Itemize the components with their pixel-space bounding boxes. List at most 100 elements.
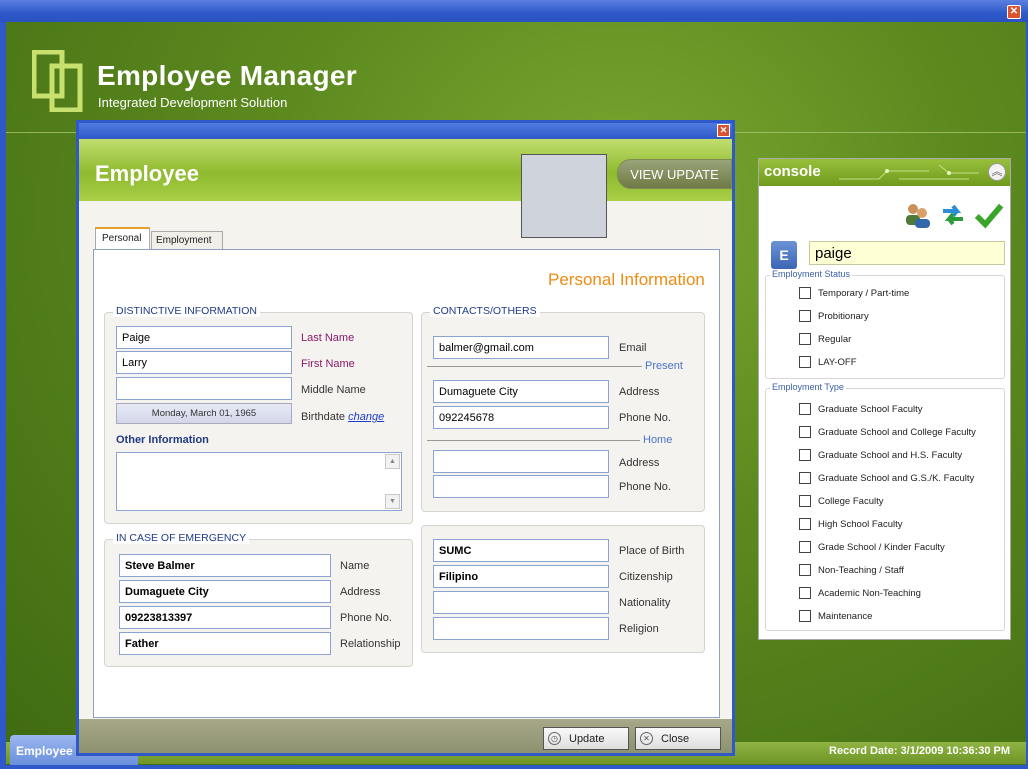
status-label: Temporary / Part-time: [818, 287, 910, 299]
personal-tab-panel: Personal Information DISTINCTIVE INFORMA…: [93, 249, 720, 718]
type-label: Non-Teaching / Staff: [818, 564, 904, 576]
group-title: DISTINCTIVE INFORMATION: [113, 305, 260, 317]
type-checkbox[interactable]: Maintenance: [799, 610, 872, 622]
home-address-label: Address: [619, 457, 660, 469]
checkbox[interactable]: [799, 310, 811, 322]
employee-photo[interactable]: [521, 154, 607, 238]
emergency-name-label: Name: [340, 560, 370, 572]
checkbox[interactable]: [799, 403, 811, 415]
type-checkbox[interactable]: Academic Non-Teaching: [799, 587, 921, 599]
dialog-footer: ◷ Update ✕ Close: [79, 719, 732, 753]
status-checkbox-probitionary[interactable]: Probitionary: [799, 310, 869, 322]
employment-status-legend: Employment Status: [770, 269, 853, 279]
religion-label: Religion: [619, 623, 659, 635]
tab-employment[interactable]: Employment: [151, 231, 223, 250]
employee-search-input[interactable]: [809, 241, 1005, 265]
type-checkbox[interactable]: High School Faculty: [799, 518, 902, 530]
update-label: Update: [569, 732, 605, 745]
nationality-field[interactable]: [433, 591, 609, 614]
present-phone-field[interactable]: [433, 406, 609, 429]
home-phone-label: Phone No.: [619, 481, 671, 493]
type-checkbox[interactable]: Graduate School and College Faculty: [799, 426, 976, 438]
checkbox[interactable]: [799, 564, 811, 576]
type-checkbox[interactable]: Grade School / Kinder Faculty: [799, 541, 945, 553]
scroll-down-icon[interactable]: ▼: [385, 494, 400, 509]
refresh-icon[interactable]: [938, 201, 968, 229]
emergency-name-field[interactable]: [119, 554, 331, 577]
middle-name-field[interactable]: [116, 377, 292, 400]
app-logo-icon: [32, 50, 83, 112]
checkbox[interactable]: [799, 472, 811, 484]
type-checkbox[interactable]: Non-Teaching / Staff: [799, 564, 904, 576]
emergency-relationship-label: Relationship: [340, 638, 401, 650]
others-group: Place of Birth Citizenship Nationality R…: [421, 525, 705, 653]
home-address-field[interactable]: [433, 450, 609, 473]
console-title: console: [764, 163, 821, 180]
checkbox[interactable]: [799, 495, 811, 507]
present-address-field[interactable]: [433, 380, 609, 403]
citizenship-label: Citizenship: [619, 571, 673, 583]
last-name-field[interactable]: [116, 326, 292, 349]
emergency-relationship-field[interactable]: [119, 632, 331, 655]
emergency-phone-field[interactable]: [119, 606, 331, 629]
status-label: LAY-OFF: [818, 356, 857, 368]
type-checkbox[interactable]: Graduate School and G.S./K. Faculty: [799, 472, 974, 484]
record-date: Record Date: 3/1/2009 10:36:30 PM: [829, 745, 1010, 757]
present-address-label: Address: [619, 386, 660, 398]
first-name-label: First Name: [301, 358, 355, 370]
status-checkbox-temporary[interactable]: Temporary / Part-time: [799, 287, 909, 299]
birthdate-label: Birthdate change: [301, 411, 384, 423]
place-of-birth-field[interactable]: [433, 539, 609, 562]
checkbox[interactable]: [799, 333, 811, 345]
tab-personal[interactable]: Personal: [95, 227, 150, 251]
home-divider: [427, 440, 640, 441]
scroll-up-icon[interactable]: ▲: [385, 454, 400, 469]
update-button[interactable]: ◷ Update: [543, 727, 629, 750]
status-label: Probitionary: [818, 310, 869, 322]
checkbox[interactable]: [799, 610, 811, 622]
emergency-address-field[interactable]: [119, 580, 331, 603]
type-label: Grade School / Kinder Faculty: [818, 541, 945, 553]
type-checkbox[interactable]: Graduate School Faculty: [799, 403, 923, 415]
check-icon[interactable]: [974, 201, 1004, 229]
checkbox[interactable]: [799, 449, 811, 461]
checkbox[interactable]: [799, 518, 811, 530]
window-close-button[interactable]: ✕: [1007, 5, 1021, 19]
app-subtitle: Integrated Development Solution: [98, 95, 288, 110]
change-birthdate-link[interactable]: change: [348, 411, 384, 423]
collapse-icon[interactable]: ︽: [988, 163, 1006, 181]
main-window-titlebar: ✕: [0, 0, 1028, 22]
status-checkbox-regular[interactable]: Regular: [799, 333, 851, 345]
employee-search-icon: E: [771, 241, 797, 269]
console-toolbar: [902, 201, 1004, 229]
group-title: CONTACTS/OTHERS: [430, 305, 540, 317]
checkbox[interactable]: [799, 426, 811, 438]
home-phone-field[interactable]: [433, 475, 609, 498]
birthdate-field[interactable]: Monday, March 01, 1965: [116, 403, 292, 424]
type-label: Academic Non-Teaching: [818, 587, 921, 599]
citizenship-field[interactable]: [433, 565, 609, 588]
email-field[interactable]: [433, 336, 609, 359]
employee-dialog: ✕ Employee VIEW UPDATE Personal Employme…: [76, 120, 735, 756]
close-button[interactable]: ✕ Close: [635, 727, 721, 750]
other-info-textarea[interactable]: ▲ ▼: [116, 452, 402, 511]
type-checkbox[interactable]: Graduate School and H.S. Faculty: [799, 449, 962, 461]
checkbox[interactable]: [799, 541, 811, 553]
contacts-group: CONTACTS/OTHERS Email Present Address Ph…: [421, 305, 705, 512]
type-label: Graduate School and G.S./K. Faculty: [818, 472, 975, 484]
birthdate-label-text: Birthdate: [301, 411, 346, 423]
checkbox[interactable]: [799, 287, 811, 299]
users-icon[interactable]: [902, 201, 932, 229]
checkbox[interactable]: [799, 587, 811, 599]
clock-icon: ◷: [548, 732, 561, 745]
religion-field[interactable]: [433, 617, 609, 640]
checkbox[interactable]: [799, 356, 811, 368]
dialog-close-button[interactable]: ✕: [717, 124, 730, 137]
view-update-button[interactable]: VIEW UPDATE: [617, 159, 732, 189]
first-name-field[interactable]: [116, 351, 292, 374]
dialog-titlebar: ✕: [79, 123, 732, 139]
type-checkbox[interactable]: College Faculty: [799, 495, 883, 507]
status-checkbox-layoff[interactable]: LAY-OFF: [799, 356, 857, 368]
type-label: Graduate School and H.S. Faculty: [818, 449, 963, 461]
close-icon: ✕: [640, 732, 653, 745]
